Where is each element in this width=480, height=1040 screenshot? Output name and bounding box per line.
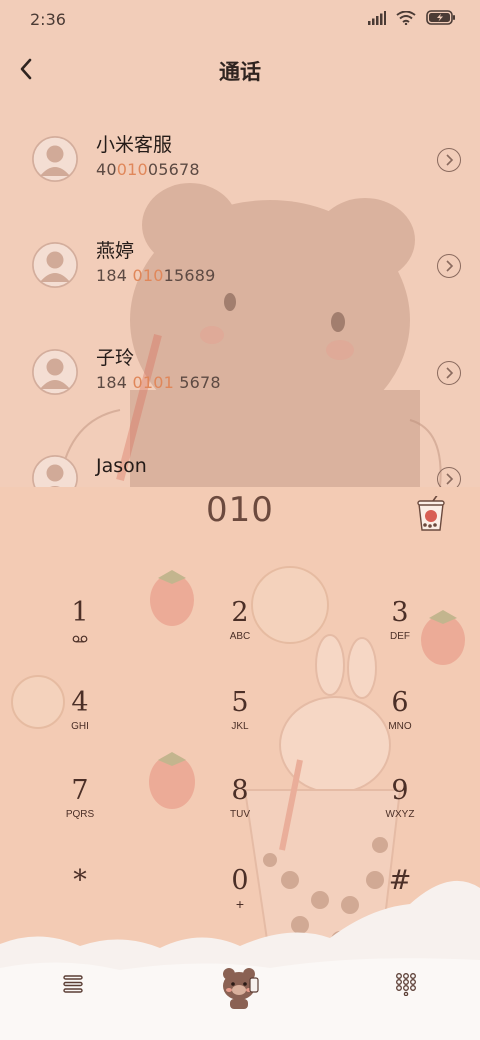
key-5[interactable]: 5 JKL <box>190 688 290 758</box>
contact-number: 184 0101 5678 <box>96 373 221 392</box>
key-7[interactable]: 7 PQRS <box>30 776 130 846</box>
avatar <box>32 455 78 487</box>
chevron-right-icon <box>446 260 454 272</box>
matched-digits: 010 <box>132 266 164 285</box>
dialpad-toggle-button[interactable] <box>394 972 418 997</box>
key-digit: 2 <box>231 597 249 628</box>
key-3[interactable]: 3 DEF <box>350 598 450 668</box>
contact-name: 子玲 <box>96 347 135 369</box>
avatar <box>32 136 78 182</box>
key-letters: TUV <box>230 809 250 820</box>
key-letters: ABC <box>229 631 251 642</box>
key-digit: 8 <box>231 775 249 806</box>
key-4[interactable]: 4 GHI <box>30 688 130 758</box>
key-6[interactable]: 6 MNO <box>350 688 450 758</box>
person-icon <box>32 349 78 395</box>
key-8[interactable]: 8 TUV <box>190 776 290 846</box>
wifi-icon <box>396 10 416 25</box>
chevron-right-icon <box>446 154 454 166</box>
contact-row[interactable]: Jason <box>0 455 480 487</box>
key-letters: WXYZ <box>385 809 415 820</box>
status-time: 2:36 <box>30 10 66 29</box>
menu-button[interactable] <box>61 972 85 996</box>
avatar <box>32 242 78 288</box>
key-letters: MNO <box>388 721 412 732</box>
boba-cup-icon <box>417 493 445 531</box>
key-letters: GHI <box>71 721 89 732</box>
key-digit: 7 <box>71 775 89 806</box>
avatar <box>32 349 78 395</box>
bear-phone-icon <box>223 968 259 1009</box>
chevron-right-icon <box>446 367 454 379</box>
key-digit: 9 <box>391 775 409 806</box>
contact-row[interactable]: 小米客服 4001005678 <box>0 134 480 216</box>
contact-detail-button[interactable] <box>437 254 461 278</box>
contact-name: 小米客服 <box>96 134 173 156</box>
key-letters: JKL <box>231 721 249 732</box>
matched-digits: 010 <box>116 160 148 179</box>
call-button[interactable] <box>216 962 264 1010</box>
key-2[interactable]: 2 ABC <box>190 598 290 668</box>
voicemail-icon <box>72 635 88 643</box>
key-digit: 4 <box>71 687 89 718</box>
key-digit: 3 <box>391 597 409 628</box>
status-bar: 2:36 <box>0 0 480 40</box>
contact-name: Jason <box>96 455 147 477</box>
dialpad-icon <box>396 973 416 997</box>
contact-row[interactable]: 子玲 184 0101 5678 <box>0 347 480 429</box>
battery-charging-icon <box>426 10 455 25</box>
key-digit: 1 <box>71 597 89 628</box>
dialed-number[interactable]: 010 <box>0 490 480 530</box>
key-letters: DEF <box>390 631 410 642</box>
key-1[interactable]: 1 <box>30 598 130 668</box>
person-icon <box>32 242 78 288</box>
contact-detail-button[interactable] <box>437 361 461 385</box>
contact-detail-button[interactable] <box>437 467 461 487</box>
key-9[interactable]: 9 WXYZ <box>350 776 450 846</box>
chevron-right-icon <box>446 473 454 485</box>
key-letters: PQRS <box>65 809 95 820</box>
key-digit: 5 <box>231 687 249 718</box>
contact-number: 4001005678 <box>96 160 200 179</box>
contact-name: 燕婷 <box>96 240 135 262</box>
contact-row[interactable]: 燕婷 184 01015689 <box>0 240 480 322</box>
contact-detail-button[interactable] <box>437 148 461 172</box>
key-digit: 6 <box>391 687 409 718</box>
page-title: 通话 <box>219 60 261 84</box>
matched-digits: 0101 <box>132 373 174 392</box>
contact-number: 184 01015689 <box>96 266 216 285</box>
person-icon <box>32 136 78 182</box>
boba-sticker-button[interactable] <box>414 493 448 532</box>
person-icon <box>32 455 78 487</box>
menu-icon <box>63 975 83 993</box>
bottom-bar-background <box>0 880 480 1040</box>
signal-icon <box>368 10 386 25</box>
